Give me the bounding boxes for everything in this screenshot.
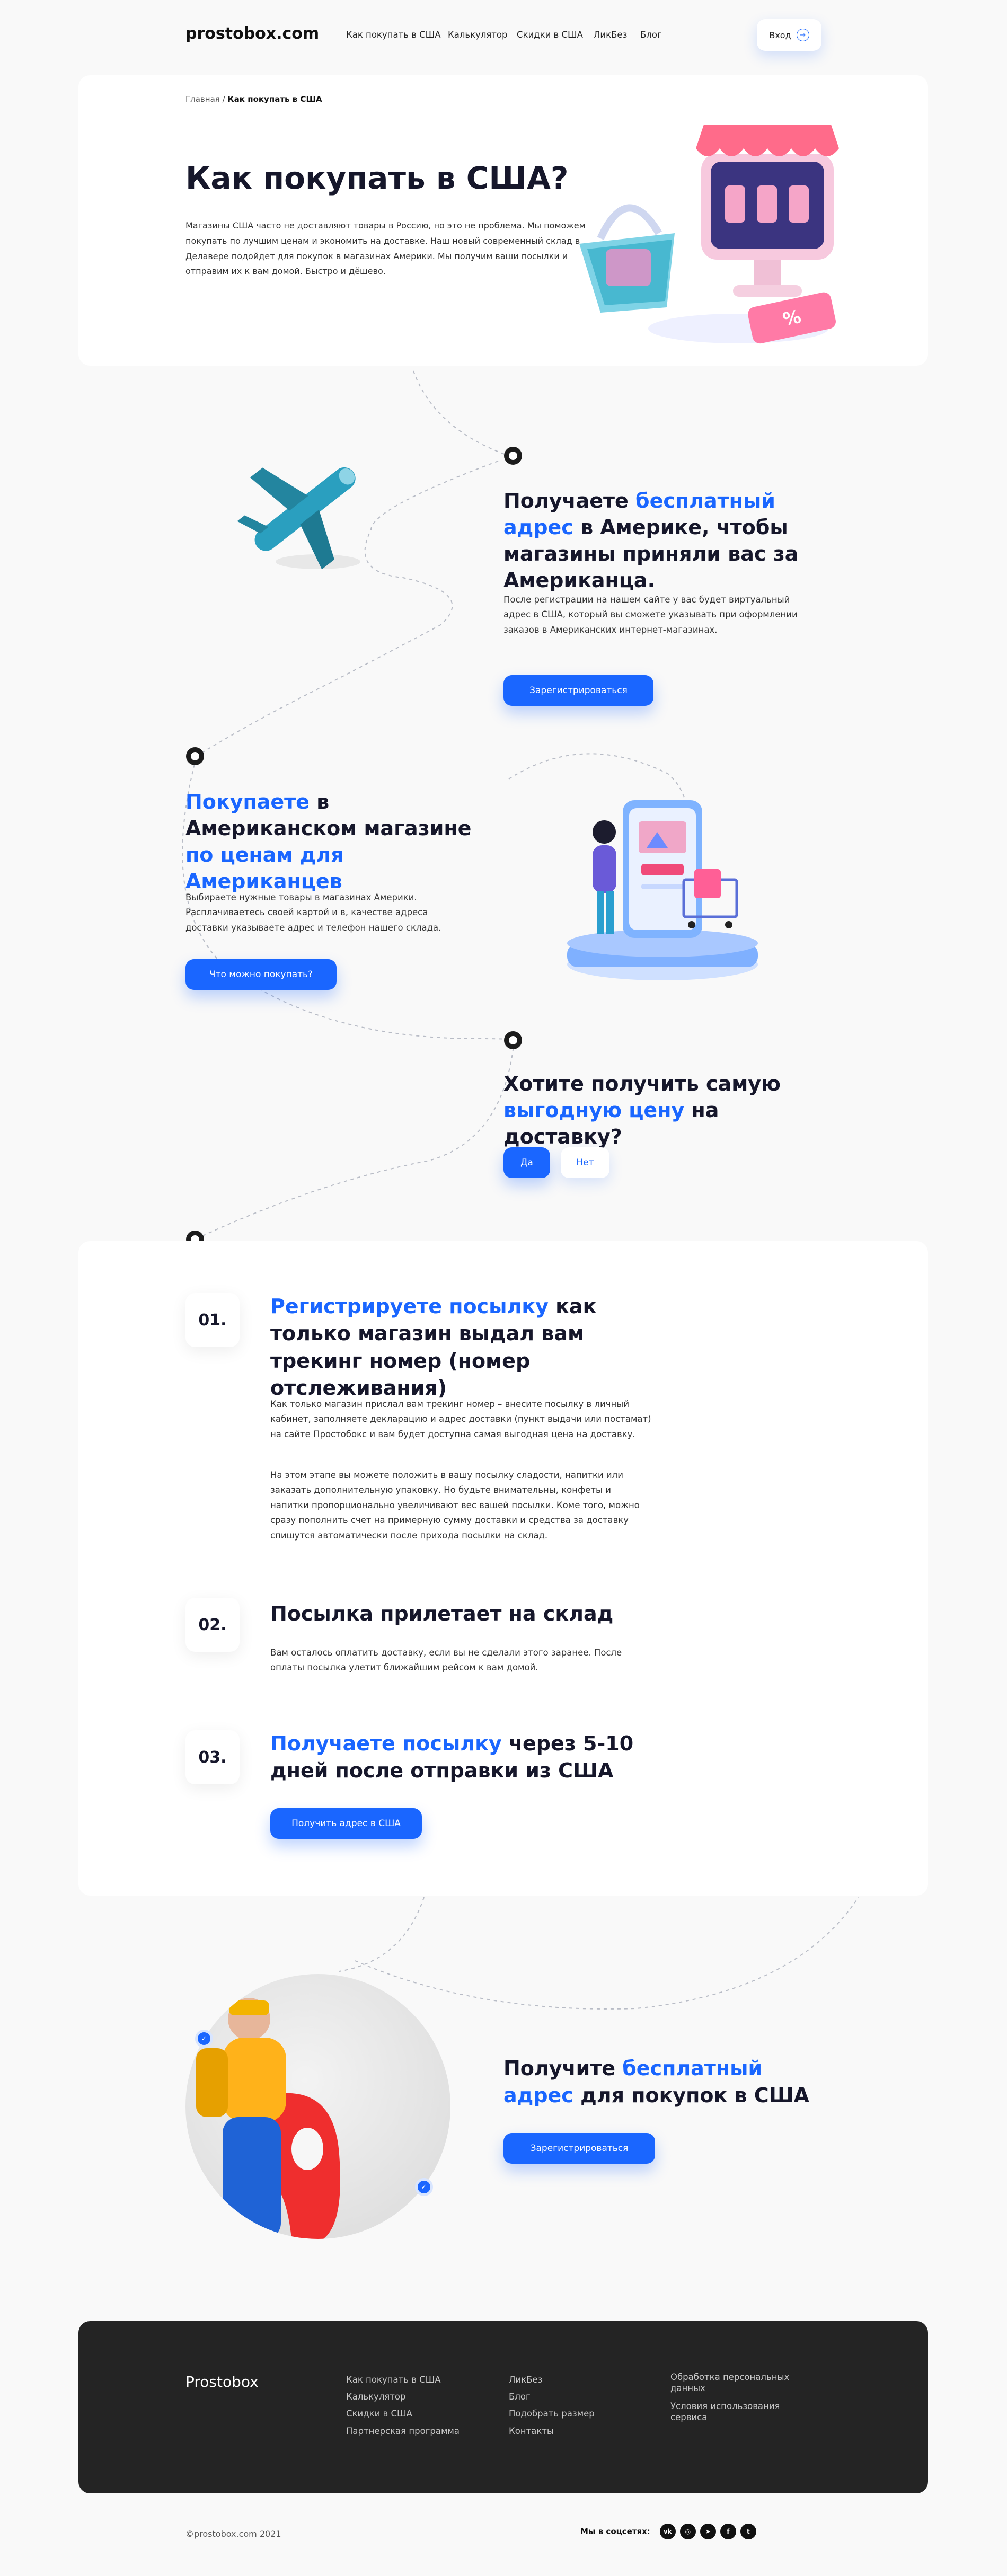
step-shop-title-a: Покупаете [186,790,310,813]
route-point-3 [504,1031,522,1049]
footer-col-3: Обработка персональных данных Условия ис… [670,2371,803,2423]
copyright: ©prostobox.com 2021 [186,2529,281,2539]
facebook-icon[interactable]: f [720,2524,736,2539]
get-us-address-button[interactable]: Получить адрес в США [270,1808,422,1839]
footer-link-likbez[interactable]: ЛикБез [509,2371,595,2388]
footer-link-discounts[interactable]: Скидки в США [346,2405,460,2422]
step-3-title-a: Получаете посылку [270,1732,502,1755]
question-title-a: Хотите получить самую [504,1072,781,1095]
step-1-title-a: Регистрируете посылку [270,1295,549,1318]
step-1-text-2: На этом этапе вы можете положить в вашу … [270,1470,640,1541]
step-number-1: 01. [186,1293,240,1347]
step-address-title: Получаете бесплатный адрес в Америке, чт… [504,488,832,594]
footer-link-calculator[interactable]: Калькулятор [346,2388,460,2405]
twitter-icon[interactable]: t [740,2524,756,2539]
footer-link-terms[interactable]: Условия использования сервиса [670,2401,803,2423]
airplane-illustration [237,467,360,570]
check-badge-icon: ✓ [415,2178,433,2196]
cta-title: Получите бесплатный адрес для покупок в … [504,2055,832,2110]
footer-link-partner[interactable]: Партнерская программа [346,2423,460,2440]
step-2-text: Вам осталось оплатить доставку, если вы … [270,1648,622,1673]
step-shop-title: Покупаете в Американском магазине по цен… [186,789,504,895]
step-1-text-1: Как только магазин прислал вам трекинг н… [270,1399,651,1439]
yes-button[interactable]: Да [504,1147,550,1178]
footer-brand[interactable]: Prostobox [186,2373,259,2391]
cta-title-a: Получите [504,2057,623,2080]
no-button[interactable]: Нет [561,1147,610,1178]
cta-title-c: для покупок в США [573,2084,810,2108]
what-to-buy-button[interactable]: Что можно покупать? [186,959,337,990]
register-button[interactable]: Зарегистрироваться [504,675,653,706]
shopping-illustration [567,800,758,980]
social-label: Мы в соцсетях: [580,2527,650,2536]
step-3-title: Получаете посылку через 5-10 дней после … [270,1730,652,1785]
cta-register-button[interactable]: Зарегистрироваться [504,2133,655,2164]
route-point-1 [504,447,522,465]
step-address-text: После регистрации на нашем сайте у вас б… [504,595,798,635]
footer-col-1: Как покупать в США Калькулятор Скидки в … [346,2371,460,2440]
courier-illustration [186,1974,450,2239]
step-shop-title-c: по ценам для Американцев [186,843,344,893]
footer-link-size[interactable]: Подобрать размер [509,2405,595,2422]
instagram-icon[interactable]: ◎ [679,2524,696,2539]
step-address-title-a: Получаете [504,489,636,512]
footer-link-privacy[interactable]: Обработка персональных данных [670,2371,803,2394]
question-title: Хотите получить самую выгодную цену на д… [504,1070,832,1150]
question-title-b: выгодную цену [504,1099,685,1122]
footer-col-2: ЛикБез Блог Подобрать размер Контакты [509,2371,595,2440]
step-number-3: 03. [186,1730,240,1784]
route-point-2 [186,747,204,765]
step-2-title: Посылка прилетает на склад [270,1602,614,1625]
step-1-title: Регистрируете посылку как только магазин… [270,1293,652,1402]
telegram-icon[interactable]: ➤ [700,2524,716,2539]
check-badge-icon: ✓ [195,2030,213,2048]
footer: Prostobox Как покупать в США Калькулятор… [78,2321,928,2493]
vk-icon[interactable]: vk [659,2524,676,2539]
footer-link-blog[interactable]: Блог [509,2388,595,2405]
step-number-2: 02. [186,1598,240,1652]
footer-link-contacts[interactable]: Контакты [509,2423,595,2440]
step-shop-text: Выбираете нужные товары в магазинах Амер… [186,892,441,933]
footer-link-how-to-buy[interactable]: Как покупать в США [346,2371,460,2388]
social-block: Мы в соцсетях: vk ◎ ➤ f t [580,2524,756,2539]
